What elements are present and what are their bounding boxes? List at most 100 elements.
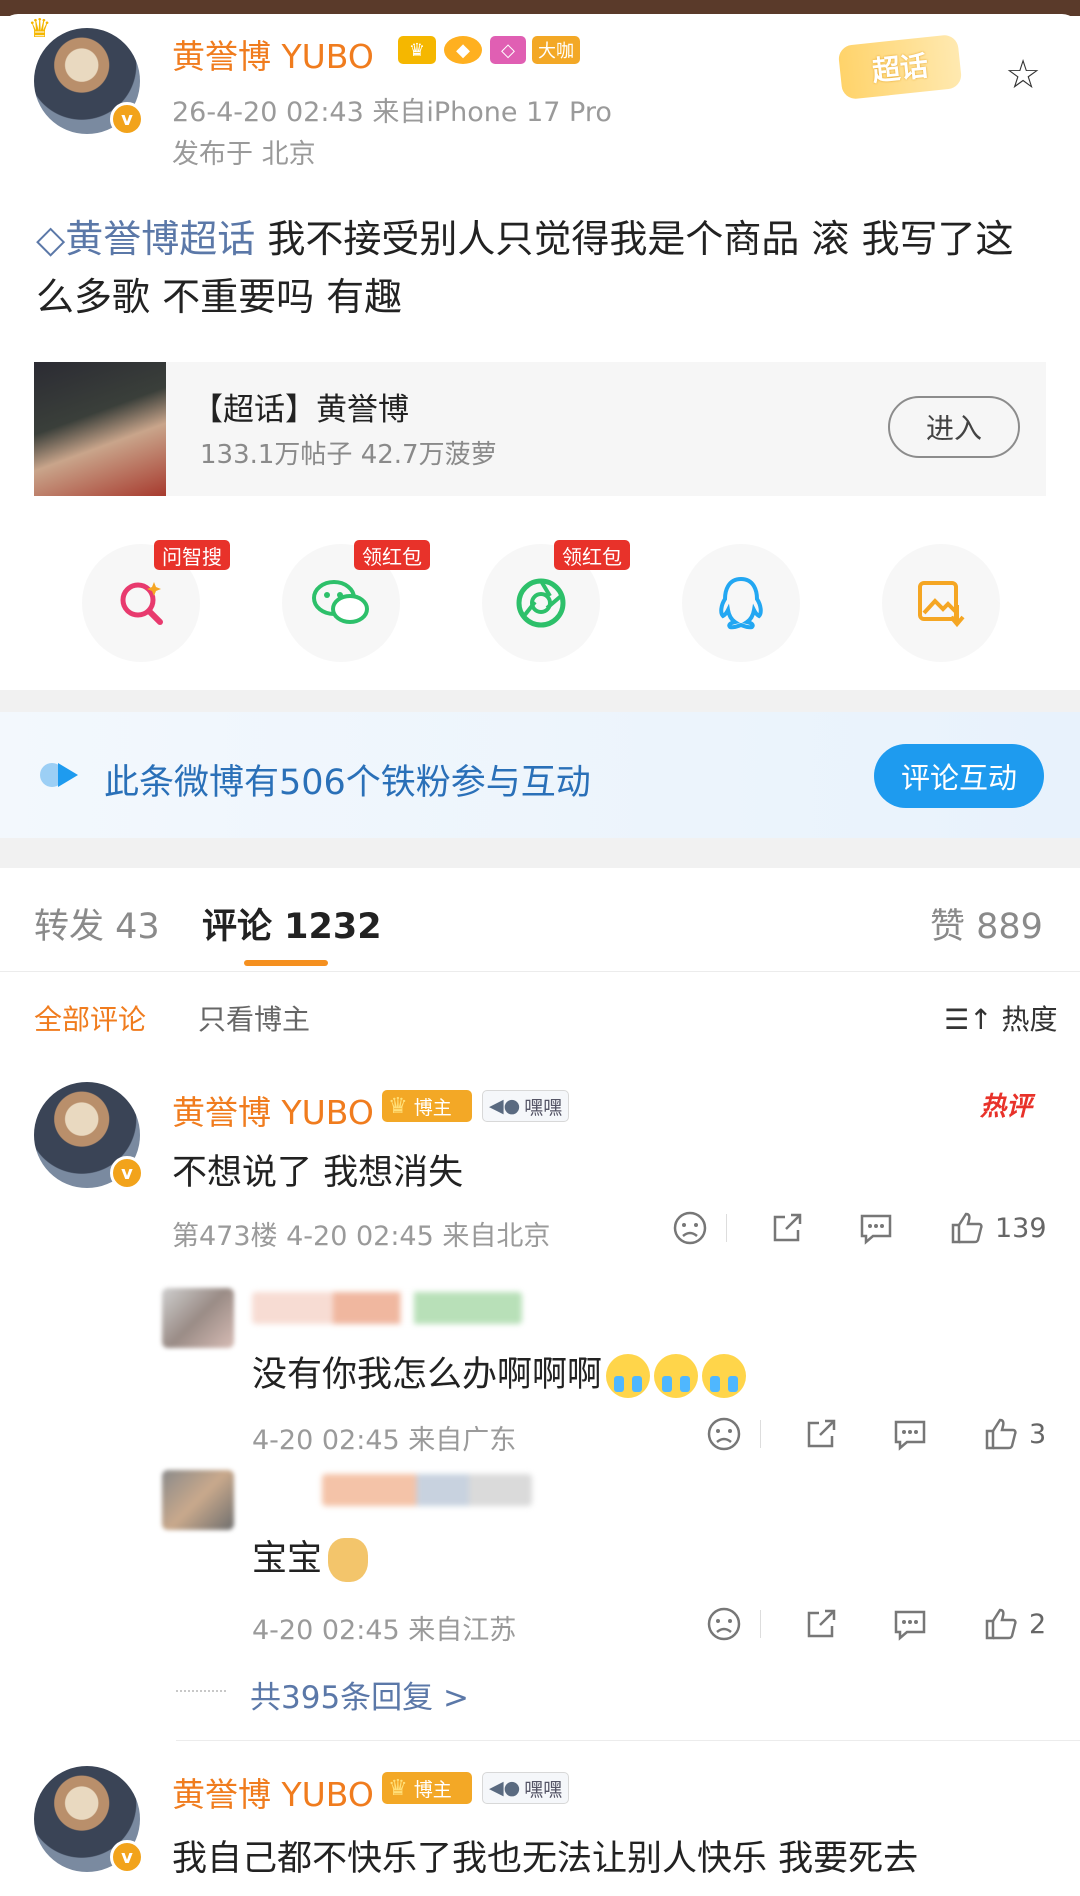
fans-interaction-bar: 此条微博有506个铁粉参与互动 评论互动 xyxy=(0,712,1080,838)
post-card: ♛ v 黄誉博 YUBO ♛ ◆ ◇ 大咖 26-4-20 02:43 来自iP… xyxy=(0,14,1080,690)
reply-author-blurred[interactable] xyxy=(322,1474,532,1506)
comment-tabs: 转发 43 评论 1232 赞 889 xyxy=(0,868,1080,972)
reply-icon[interactable] xyxy=(857,1210,895,1246)
save-image-icon xyxy=(918,581,965,628)
comment-meta: 第473楼 4-20 02:45 来自北京 xyxy=(172,1221,551,1252)
star-icon[interactable]: ☆ xyxy=(1002,54,1044,96)
share-tag-ai: 问智搜 xyxy=(154,540,230,570)
thumbs-up-icon xyxy=(951,1212,983,1244)
chaohua-badge[interactable]: 超话 xyxy=(837,33,963,101)
action-separator xyxy=(726,1214,727,1242)
share-qq[interactable] xyxy=(682,544,800,662)
crown-badge-icon: ♛ xyxy=(398,36,436,64)
fish-badge-icon: ◆ xyxy=(444,36,482,64)
search-ai-icon xyxy=(120,582,163,625)
dislike-icon[interactable] xyxy=(672,1210,708,1246)
diamond-icon: ◇ xyxy=(36,217,66,261)
dislike-icon[interactable] xyxy=(706,1606,742,1642)
author-avatar[interactable]: ♛ v xyxy=(28,14,144,136)
reply-avatar[interactable] xyxy=(162,1288,234,1348)
comment-text: 我自己都不快乐了我也无法让别人快乐 我要死去 xyxy=(172,1839,919,1879)
fan-tag: ◀● 嘿嘿 xyxy=(482,1772,570,1804)
crown-icon: ♛ xyxy=(28,14,52,44)
enter-button[interactable]: 进入 xyxy=(888,396,1020,458)
thumbs-up-icon xyxy=(985,1608,1017,1640)
share-tag-redpacket-1: 领红包 xyxy=(354,540,430,570)
filter-author-only[interactable]: 只看博主 xyxy=(198,998,310,1038)
section-gap xyxy=(0,690,1080,712)
repost-icon[interactable] xyxy=(769,1210,805,1246)
fans-arrow-icon xyxy=(40,763,78,787)
author-name[interactable]: 黄誉博 YUBO xyxy=(172,30,374,78)
crying-emoji-icon xyxy=(606,1354,651,1398)
comment-actions: 139 xyxy=(672,1210,1047,1246)
fish-icon: ◀● xyxy=(489,1095,521,1117)
comment-divider xyxy=(176,1740,1080,1741)
dotted-divider xyxy=(176,1690,226,1692)
comment-text: 不想说了 我想消失 xyxy=(172,1153,464,1193)
filter-all[interactable]: 全部评论 xyxy=(34,998,146,1038)
reply-text: 宝宝 xyxy=(252,1530,369,1582)
topic-link[interactable]: ◇黄誉博超话 xyxy=(36,217,255,261)
tab-underline xyxy=(244,960,328,966)
bozhu-badge: ♛ 博主 xyxy=(382,1090,472,1122)
verified-icon: v xyxy=(110,102,144,136)
tab-comment[interactable]: 评论 1232 xyxy=(202,898,382,949)
doge-emoji-icon xyxy=(328,1538,369,1582)
reply-meta: 4-20 02:45 来自广东 xyxy=(252,1425,517,1456)
like-count: 2 xyxy=(1029,1608,1047,1640)
moments-icon xyxy=(516,578,566,628)
supertopic-title: 【超话】黄誉博 xyxy=(192,392,409,428)
like-button[interactable]: 2 xyxy=(983,1606,1046,1642)
reply-actions: 3 xyxy=(706,1416,1046,1452)
reply-avatar[interactable] xyxy=(162,1470,234,1530)
vip-badge: 大咖 xyxy=(532,36,580,64)
diamond-level-icon: ◇ xyxy=(490,36,526,64)
sort-button[interactable]: ☰↑ 热度 xyxy=(944,998,1057,1038)
fish-icon: ◀● xyxy=(489,1777,521,1799)
bozhu-badge: ♛ 博主 xyxy=(382,1772,472,1804)
repost-icon[interactable] xyxy=(803,1606,839,1642)
wechat-icon xyxy=(312,580,369,624)
share-save-image[interactable] xyxy=(882,544,1000,662)
supertopic-stats: 133.1万帖子 42.7万菠萝 xyxy=(200,440,497,470)
post-location: 发布于 北京 xyxy=(172,139,316,170)
hot-comment-badge: 热评 xyxy=(980,1092,1033,1122)
fans-text: 此条微博有506个铁粉参与互动 xyxy=(104,763,591,803)
fan-tag: ◀● 嘿嘿 xyxy=(482,1090,570,1122)
crying-emoji-icon xyxy=(654,1354,699,1398)
comment-author[interactable]: 黄誉博 YUBO xyxy=(172,1086,374,1134)
share-tag-redpacket-2: 领红包 xyxy=(554,540,630,570)
section-gap xyxy=(0,838,1080,868)
verified-icon: v xyxy=(110,1156,144,1190)
action-separator xyxy=(760,1610,761,1638)
reply-text: 没有你我怎么办啊啊啊 xyxy=(252,1346,747,1398)
crying-emoji-icon xyxy=(702,1354,747,1398)
verified-icon: v xyxy=(110,1840,144,1874)
like-count: 139 xyxy=(995,1212,1047,1244)
tab-repost[interactable]: 转发 43 xyxy=(34,898,160,949)
dislike-icon[interactable] xyxy=(706,1416,742,1452)
comment-author[interactable]: 黄誉博 YUBO xyxy=(172,1768,374,1816)
like-button[interactable]: 3 xyxy=(983,1416,1046,1452)
reply-meta: 4-20 02:45 来自江苏 xyxy=(252,1615,517,1646)
supertopic-card[interactable]: 【超话】黄誉博 133.1万帖子 42.7万菠萝 进入 xyxy=(34,362,1046,496)
like-count: 3 xyxy=(1029,1418,1047,1450)
more-replies-link[interactable]: 共395条回复 > xyxy=(250,1672,469,1717)
comment-avatar[interactable]: v xyxy=(34,1766,144,1874)
reply-author-blurred[interactable] xyxy=(252,1292,522,1324)
tab-like[interactable]: 赞 889 xyxy=(930,898,1043,949)
comment-avatar[interactable]: v xyxy=(34,1082,144,1190)
action-separator xyxy=(760,1420,761,1448)
qq-icon xyxy=(719,576,763,630)
thumbs-up-icon xyxy=(985,1418,1017,1450)
like-button[interactable]: 139 xyxy=(949,1210,1047,1246)
repost-icon[interactable] xyxy=(803,1416,839,1452)
supertopic-thumbnail xyxy=(34,362,166,496)
reply-icon[interactable] xyxy=(891,1416,929,1452)
reply-icon[interactable] xyxy=(891,1606,929,1642)
post-time-source: 26-4-20 02:43 来自iPhone 17 Pro xyxy=(172,97,612,128)
sort-icon: ☰↑ xyxy=(944,1003,993,1036)
comment-interact-button[interactable]: 评论互动 xyxy=(874,744,1044,808)
crown-icon: ♛ xyxy=(388,1093,408,1119)
